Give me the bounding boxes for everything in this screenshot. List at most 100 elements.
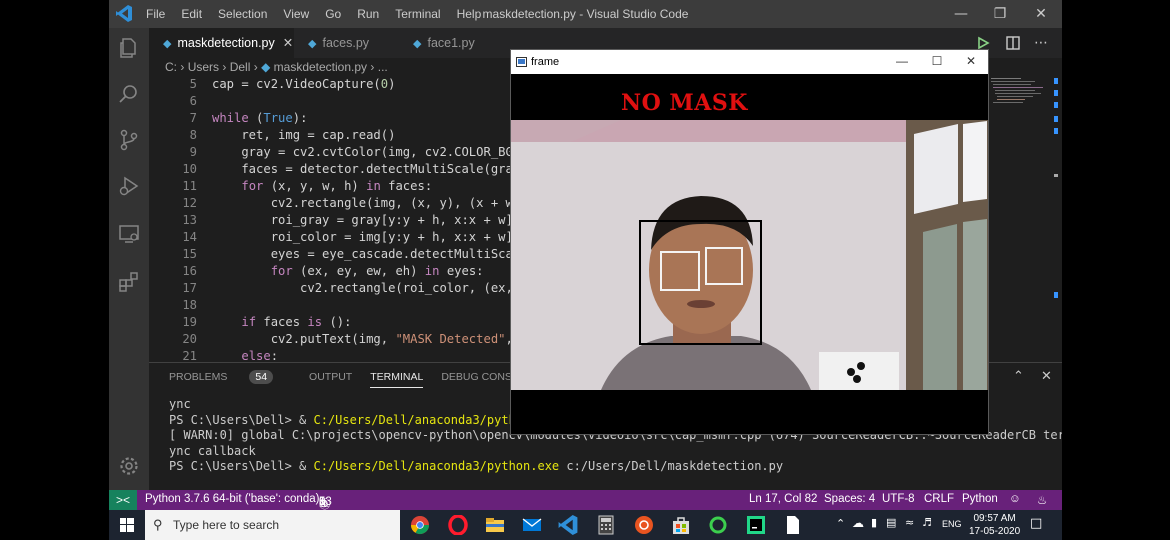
code-text: if faces is (): (241, 315, 352, 329)
network-icon[interactable]: ▤ (886, 516, 896, 529)
action-center-icon[interactable]: □ (1030, 516, 1042, 531)
frame-maximize-icon[interactable]: ☐ (929, 54, 945, 68)
indentation[interactable]: Spaces: 4 (824, 493, 875, 505)
terminal-text: PS C:\Users\Dell> & (169, 459, 314, 473)
tab-faces[interactable]: ◆ faces.py (294, 28, 399, 58)
pycharm-icon[interactable] (746, 515, 766, 535)
frame-close-icon[interactable]: ✕ (963, 54, 979, 68)
extensions-icon[interactable] (117, 270, 141, 294)
camera-feed: NO MASK (511, 74, 988, 434)
tab-maskdetection[interactable]: ◆ maskdetection.py ✕ (149, 28, 294, 58)
sync-app-icon[interactable] (708, 515, 728, 535)
line-number: 11 (182, 179, 197, 193)
chrome-icon[interactable] (410, 515, 430, 535)
status-bar: >< Python 3.7.6 64-bit ('base': conda) ⊗… (109, 490, 1062, 511)
close-tab-icon[interactable]: ✕ (283, 36, 293, 50)
breadcrumb-item[interactable]: C: (165, 60, 177, 74)
breadcrumb-item[interactable]: maskdetection.py (274, 60, 367, 74)
wifi-icon[interactable]: ≈ (905, 516, 914, 529)
code-text: ret, img = cap.read() (212, 128, 396, 142)
terminal-line: ync callback (169, 444, 1062, 460)
windows-start-icon[interactable] (120, 518, 134, 532)
system-clock[interactable]: 09:57 AM 17-05-2020 (969, 512, 1020, 538)
tab-label: faces.py (322, 36, 370, 50)
windows-taskbar: ⚲ Type here to search ⌃ ☁ ▮ ▤ ≈ ♬ ENG 09… (109, 510, 1062, 540)
tab-face1[interactable]: ◆ face1.py (399, 28, 509, 58)
menu-terminal[interactable]: Terminal (395, 7, 440, 21)
minimize-icon[interactable]: — (951, 4, 971, 24)
search-icon[interactable] (117, 82, 141, 106)
editor-scrollbar[interactable] (1053, 76, 1059, 356)
tab-terminal[interactable]: TERMINAL (370, 371, 424, 388)
menu-help[interactable]: Help (457, 7, 482, 21)
more-actions-icon[interactable]: ⋯ (1034, 35, 1048, 51)
menu-file[interactable]: File (146, 7, 165, 21)
split-editor-icon[interactable] (1006, 36, 1020, 50)
frame-title: frame (531, 56, 560, 68)
notifications-bell-icon[interactable]: ♨ (1037, 493, 1047, 507)
manage-gear-icon[interactable] (117, 454, 141, 478)
problems-count-badge: 54 (249, 370, 274, 384)
python-file-icon: ◆ (163, 38, 172, 50)
run-file-icon[interactable] (976, 36, 990, 50)
menu-go[interactable]: Go (325, 7, 341, 21)
mask-status-label: NO MASK (621, 90, 748, 116)
line-number: 16 (182, 264, 197, 278)
terminal-text: ync (169, 397, 191, 411)
panel-tabs: PROBLEMS 54 OUTPUT TERMINAL DEBUG CONSOLE (169, 370, 551, 388)
remote-indicator-icon[interactable]: >< (109, 490, 137, 510)
breadcrumb-item[interactable]: ... (378, 60, 388, 74)
cloud-icon[interactable]: ☁ (852, 516, 864, 530)
minimap[interactable] (989, 76, 1049, 116)
remote-explorer-icon[interactable] (117, 222, 141, 246)
feedback-icon[interactable]: ☺ (1009, 493, 1021, 505)
encoding[interactable]: UTF-8 (882, 493, 915, 505)
terminal-text: ync callback (169, 443, 256, 458)
title-bar: File Edit Selection View Go Run Terminal… (109, 0, 1062, 28)
store-icon[interactable] (671, 515, 691, 535)
activity-bar (109, 28, 149, 490)
run-debug-icon[interactable] (117, 174, 141, 198)
explorer-icon[interactable] (117, 36, 141, 60)
usb-icon[interactable]: ▮ (871, 516, 877, 529)
taskbar-search[interactable]: ⚲ Type here to search (145, 510, 400, 540)
show-hidden-icons-icon[interactable]: ⌃ (836, 517, 845, 530)
menu-view[interactable]: View (283, 7, 309, 21)
frame-minimize-icon[interactable]: — (894, 54, 910, 68)
frame-window[interactable]: frame — ☐ ✕ NO MASK (510, 49, 989, 435)
breadcrumb-item[interactable]: Users (188, 60, 219, 74)
restore-icon[interactable]: ❐ (990, 4, 1010, 24)
end-of-line[interactable]: CRLF (924, 493, 954, 505)
maximize-panel-icon[interactable]: ⌃ (1013, 369, 1024, 384)
menu-run[interactable]: Run (357, 7, 379, 21)
close-panel-icon[interactable]: ✕ (1041, 369, 1052, 384)
code-text: cv2.rectangle(roi_color, (ex, ey (212, 281, 535, 295)
frame-title-bar[interactable]: frame — ☐ ✕ (511, 50, 988, 74)
calculator-icon[interactable] (596, 515, 616, 535)
file-explorer-icon[interactable] (485, 515, 505, 535)
python-interpreter[interactable]: Python 3.7.6 64-bit ('base': conda) (145, 493, 319, 505)
cursor-position[interactable]: Ln 17, Col 82 (749, 493, 817, 505)
breadcrumb-item[interactable]: Dell (230, 60, 251, 74)
chevron-right-icon: › (222, 60, 230, 74)
opera-icon[interactable] (448, 515, 468, 535)
vscode-taskbar-icon[interactable] (558, 515, 578, 535)
source-control-icon[interactable] (117, 128, 141, 152)
document-icon[interactable] (783, 515, 803, 535)
tab-output[interactable]: OUTPUT (309, 371, 352, 388)
webcam-image (511, 74, 988, 434)
volume-icon[interactable]: ♬ (922, 516, 932, 529)
menu-edit[interactable]: Edit (181, 7, 202, 21)
line-number: 17 (182, 281, 197, 295)
code-text: cv2.rectangle(img, (x, y), (x + w, y (212, 196, 535, 210)
menu-selection[interactable]: Selection (218, 7, 267, 21)
input-language[interactable]: ENG (942, 519, 962, 529)
ubuntu-icon[interactable] (634, 515, 654, 535)
line-number: 13 (182, 213, 197, 227)
mail-icon[interactable] (522, 515, 542, 535)
line-number: 9 (189, 145, 197, 159)
tab-problems[interactable]: PROBLEMS 54 (169, 370, 291, 388)
code-text: while (True): (212, 111, 308, 125)
close-icon[interactable]: ✕ (1031, 4, 1051, 24)
language-mode[interactable]: Python (962, 493, 998, 505)
